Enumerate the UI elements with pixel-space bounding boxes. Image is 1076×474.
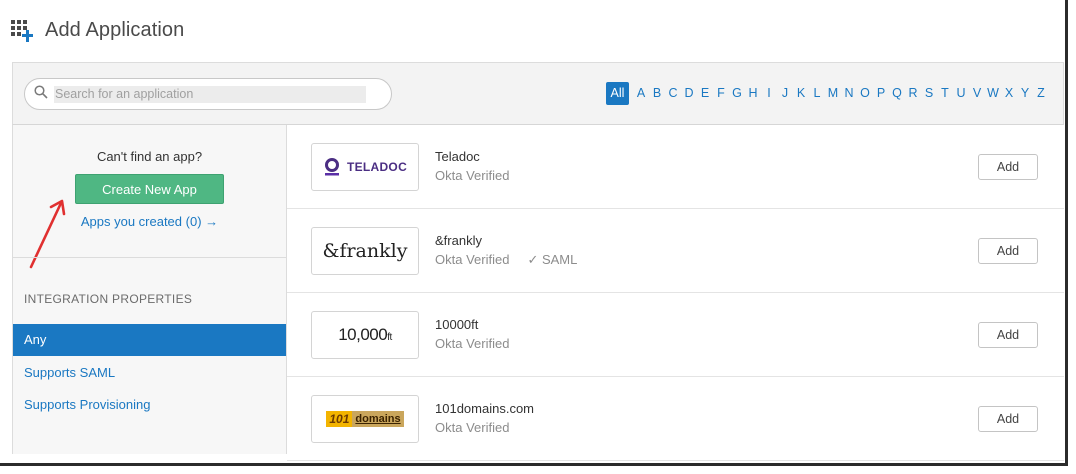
app-name: 101domains.com bbox=[435, 401, 534, 416]
app-name: &frankly bbox=[435, 233, 482, 248]
letter-t[interactable]: T bbox=[937, 82, 953, 105]
letter-u[interactable]: U bbox=[953, 82, 969, 105]
app-name: Teladoc bbox=[435, 149, 480, 164]
filter-supports-provisioning[interactable]: Supports Provisioning bbox=[13, 389, 286, 421]
letter-x[interactable]: X bbox=[1001, 82, 1017, 105]
letter-p[interactable]: P bbox=[873, 82, 889, 105]
101domains-logo: 101 domains bbox=[326, 411, 404, 427]
app-logo-10000ft: 10,000ft bbox=[311, 311, 419, 359]
add-button-10000ft[interactable]: Add bbox=[978, 322, 1038, 348]
sidebar-divider bbox=[13, 257, 286, 258]
letter-all[interactable]: All bbox=[606, 82, 629, 105]
letter-e[interactable]: E bbox=[697, 82, 713, 105]
search-box[interactable] bbox=[24, 78, 392, 110]
search-input[interactable] bbox=[54, 85, 366, 103]
letter-j[interactable]: J bbox=[777, 82, 793, 105]
10000ft-logo-text: 10,000ft bbox=[338, 325, 392, 344]
frankly-logo-text: &frankly bbox=[322, 240, 408, 262]
letter-b[interactable]: B bbox=[649, 82, 665, 105]
letter-z[interactable]: Z bbox=[1033, 82, 1049, 105]
letter-m[interactable]: M bbox=[825, 82, 841, 105]
add-button-frankly[interactable]: Add bbox=[978, 238, 1038, 264]
letter-n[interactable]: N bbox=[841, 82, 857, 105]
app-logo-teladoc: TELADOC bbox=[311, 143, 419, 191]
app-meta: Okta Verified bbox=[435, 336, 509, 351]
letter-v[interactable]: V bbox=[969, 82, 985, 105]
app-window: Add Application All A B C D E F G H I J … bbox=[0, 0, 1068, 466]
letter-h[interactable]: H bbox=[745, 82, 761, 105]
alphabet-filter: All A B C D E F G H I J K L M N O P Q R … bbox=[606, 82, 1049, 105]
letter-d[interactable]: D bbox=[681, 82, 697, 105]
letter-w[interactable]: W bbox=[985, 82, 1001, 105]
teladoc-logo-icon bbox=[323, 157, 341, 177]
app-logo-101domains: 101 domains bbox=[311, 395, 419, 443]
letter-f[interactable]: F bbox=[713, 82, 729, 105]
app-list: TELADOC Teladoc Okta Verified Add &frank… bbox=[287, 125, 1064, 461]
letter-o[interactable]: O bbox=[857, 82, 873, 105]
letter-s[interactable]: S bbox=[921, 82, 937, 105]
filter-any[interactable]: Any bbox=[13, 324, 286, 356]
saml-badge: ✓ SAML bbox=[527, 252, 578, 267]
app-meta: Okta Verified bbox=[435, 420, 509, 435]
verified-label: Okta Verified bbox=[435, 168, 510, 183]
letter-r[interactable]: R bbox=[905, 82, 921, 105]
letter-y[interactable]: Y bbox=[1017, 82, 1033, 105]
app-logo-frankly: &frankly bbox=[311, 227, 419, 275]
letter-c[interactable]: C bbox=[665, 82, 681, 105]
sidebar: Can't find an app? Create New App Apps y… bbox=[12, 125, 287, 454]
search-icon bbox=[34, 84, 48, 104]
page-title: Add Application bbox=[45, 18, 185, 41]
add-button-101domains[interactable]: Add bbox=[978, 406, 1038, 432]
letter-i[interactable]: I bbox=[761, 82, 777, 105]
app-meta: Okta Verified ✓ SAML bbox=[435, 252, 577, 268]
letter-g[interactable]: G bbox=[729, 82, 745, 105]
integration-properties-title: INTEGRATION PROPERTIES bbox=[24, 292, 193, 306]
app-row-teladoc[interactable]: TELADOC Teladoc Okta Verified Add bbox=[287, 125, 1064, 209]
app-row-101domains[interactable]: 101 domains 101domains.com Okta Verified… bbox=[287, 377, 1064, 461]
letter-a[interactable]: A bbox=[633, 82, 649, 105]
search-bar: All A B C D E F G H I J K L M N O P Q R … bbox=[12, 62, 1064, 125]
app-row-frankly[interactable]: &frankly &frankly Okta Verified ✓ SAML A… bbox=[287, 209, 1064, 293]
page-header: Add Application bbox=[10, 12, 184, 48]
red-arrow-annotation bbox=[29, 199, 66, 269]
verified-label: Okta Verified bbox=[435, 252, 510, 267]
verified-label: Okta Verified bbox=[435, 420, 510, 435]
create-new-app-button[interactable]: Create New App bbox=[75, 174, 224, 204]
app-row-10000ft[interactable]: 10,000ft 10000ft Okta Verified Add bbox=[287, 293, 1064, 377]
verified-label: Okta Verified bbox=[435, 336, 510, 351]
add-button-teladoc[interactable]: Add bbox=[978, 154, 1038, 180]
cant-find-label: Can't find an app? bbox=[96, 149, 203, 164]
filter-supports-saml[interactable]: Supports SAML bbox=[13, 357, 286, 389]
grid-add-icon bbox=[10, 17, 36, 43]
teladoc-logo-text: TELADOC bbox=[346, 160, 408, 174]
letter-q[interactable]: Q bbox=[889, 82, 905, 105]
letter-k[interactable]: K bbox=[793, 82, 809, 105]
app-name: 10000ft bbox=[435, 317, 479, 332]
app-meta: Okta Verified bbox=[435, 168, 509, 183]
letter-l[interactable]: L bbox=[809, 82, 825, 105]
